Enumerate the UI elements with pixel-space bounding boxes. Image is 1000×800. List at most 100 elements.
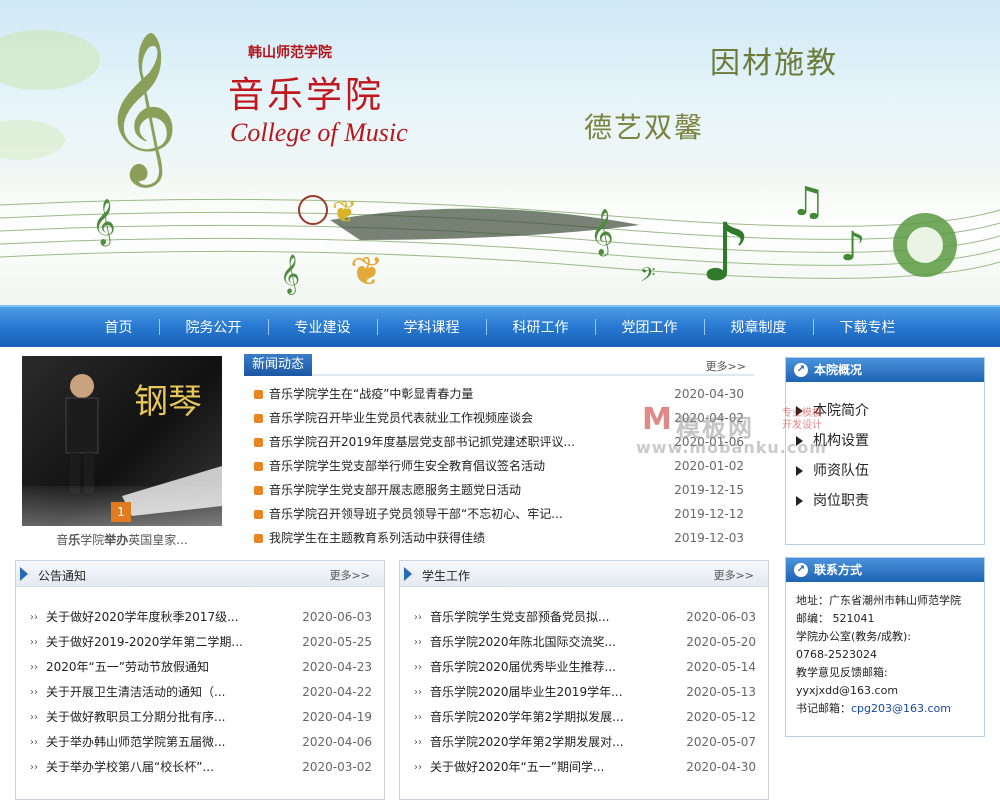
news-item-title[interactable]: 音乐学院学生在“战疫”中彰显青春力量 [269,382,674,406]
news-item-title[interactable]: 音乐学院召开2019年度基层党支部书记抓党建述职评议... [269,430,674,454]
overview-item-label[interactable]: 本院简介 [813,403,869,419]
contact-address: 地址：广东省潮州市韩山师范学院 [796,594,961,607]
list-item[interactable]: 音乐学院召开领导班子党员领导干部“不忘初心、牢记... 2019-12-12 [244,502,754,526]
news-item-title[interactable]: 音乐学院学生党支部举行师生安全教育倡议签名活动 [269,454,674,478]
overview-item-label[interactable]: 机构设置 [813,433,869,449]
list-item[interactable]: 音乐学院学生党支部举行师生安全教育倡议签名活动 2020-01-02 [244,454,754,478]
news-item-title[interactable]: 音乐学院召开毕业生党员代表就业工作视频座谈会 [269,406,674,430]
notice-header: 公告通知 更多>> [16,561,384,587]
student-item-title[interactable]: 音乐学院2020学年第2学期发展对... [430,730,686,755]
butterfly-icon: ❦ [332,195,357,230]
list-item[interactable]: ›› 关于做好2019-2020学年第二学期... 2020-05-25 [16,630,384,655]
student-item-title[interactable]: 音乐学院2020学年第2学期拟发展... [430,705,686,730]
student-section: 学生工作 更多>> ›› 音乐学院学生党支部预备党员拟... 2020-06-03 … [399,560,769,800]
nav-item-affairs[interactable]: 院务公开 [160,317,268,337]
student-item-title[interactable]: 音乐学院2020届毕业生2019学年... [430,680,686,705]
student-item-title[interactable]: 音乐学院2020届优秀毕业生推荐... [430,655,686,680]
news-item-date: 2020-01-06 [674,435,744,449]
news-item-date: 2019-12-03 [674,531,744,545]
double-chevron-icon: ›› [30,662,38,673]
double-chevron-icon: ›› [30,687,38,698]
notice-title: 公告通知 [38,569,87,583]
contact-feedback-email[interactable]: yyxjxdd@163.com [796,682,974,700]
list-item[interactable]: ›› 音乐学院学生党支部预备党员拟... 2020-06-03 [400,605,768,630]
slide-index-badge[interactable]: 1 [111,502,131,522]
student-item-title[interactable]: 关于做好2020年“五一”期间学... [430,755,686,780]
notice-item-title[interactable]: 关于做好教职员工分期分批有序... [46,705,302,730]
overview-item-structure[interactable]: 机构设置 [796,426,984,456]
nav-item-downloads[interactable]: 下载专栏 [814,317,922,337]
notice-more-link[interactable]: 更多>> [330,567,370,583]
school-name: 韩山师范学院 [248,45,332,61]
notice-item-title[interactable]: 关于举办韩山师范学院第五届微... [46,730,302,755]
pianist-body [65,397,99,454]
student-header: 学生工作 更多>> [400,561,768,587]
list-item[interactable]: 音乐学院召开2019年度基层党支部书记抓党建述职评议... 2020-01-06 [244,430,754,454]
double-chevron-icon: ›› [414,687,422,698]
notice-item-title[interactable]: 关于做好2019-2020学年第二学期... [46,630,302,655]
double-chevron-icon: ›› [30,612,38,623]
list-item[interactable]: 音乐学院学生党支部开展志愿服务主题党日活动 2019-12-15 [244,478,754,502]
notice-item-title[interactable]: 关于举办学校第八届“校长杯”... [46,755,302,780]
news-item-title[interactable]: 我院学生在主题教育系列活动中获得佳绩 [269,526,674,550]
triangle-right-icon [796,466,803,476]
list-item[interactable]: 音乐学院召开毕业生党员代表就业工作视频座谈会 2020-04-02 [244,406,754,430]
nav-item-courses[interactable]: 学科课程 [378,317,486,337]
list-item[interactable]: ›› 音乐学院2020届毕业生2019学年... 2020-05-13 [400,680,768,705]
list-item[interactable]: ›› 关于举办韩山师范学院第五届微... 2020-04-06 [16,730,384,755]
contact-office: 学院办公室(教务/成教): [796,630,911,643]
list-item[interactable]: ›› 音乐学院2020学年第2学期拟发展... 2020-05-12 [400,705,768,730]
list-item[interactable]: ›› 关于做好2020学年度秋季2017级... 2020-06-03 [16,605,384,630]
photo-caption[interactable]: 音乐学院举办英国皇家... [22,531,222,548]
news-item-title[interactable]: 音乐学院召开领导班子党员领导干部“不忘初心、牢记... [269,502,674,526]
news-photo[interactable]: 钢琴 1 [22,356,222,526]
list-item[interactable]: ›› 音乐学院2020届优秀毕业生推荐... 2020-05-14 [400,655,768,680]
student-item-date: 2020-04-30 [686,760,756,774]
list-item[interactable]: ›› 关于举办学校第八届“校长杯”... 2020-03-02 [16,755,384,780]
nav-item-home[interactable]: 首页 [79,317,159,337]
student-item-title[interactable]: 音乐学院学生党支部预备党员拟... [430,605,686,630]
triangle-right-icon [796,496,803,506]
list-item[interactable]: ›› 音乐学院2020学年第2学期发展对... 2020-05-07 [400,730,768,755]
contact-secretary-label: 书记邮箱： [796,702,851,715]
student-item-title[interactable]: 音乐学院2020年陈北国际交流奖... [430,630,686,655]
student-item-date: 2020-05-20 [686,635,756,649]
bullet-icon [254,389,263,399]
overview-item-duties[interactable]: 岗位职责 [796,486,984,516]
news-item-title[interactable]: 音乐学院学生党支部开展志愿服务主题党日活动 [269,478,674,502]
nav-item-rules[interactable]: 规章制度 [705,317,813,337]
list-item[interactable]: ›› 关于做好教职员工分期分批有序... 2020-04-19 [16,705,384,730]
music-note-icon: 𝄞 [590,209,614,257]
treble-clef-icon: 𝄞 [102,29,179,188]
nav-item-party[interactable]: 党团工作 [596,317,704,337]
list-item[interactable]: 我院学生在主题教育系列活动中获得佳绩 2019-12-03 [244,526,754,550]
news-item-date: 2020-04-30 [674,387,744,401]
student-more-link[interactable]: 更多>> [714,567,754,583]
caption-part: 乐 [68,533,81,547]
list-item[interactable]: ›› 音乐学院2020年陈北国际交流奖... 2020-05-20 [400,630,768,655]
nav-item-research[interactable]: 科研工作 [487,317,595,337]
list-item[interactable]: 音乐学院学生在“战疫”中彰显青春力量 2020-04-30 [244,382,754,406]
list-item[interactable]: ›› 关于做好2020年“五一”期间学... 2020-04-30 [400,755,768,780]
overview-item-label[interactable]: 师资队伍 [813,463,869,479]
double-chevron-icon: ›› [30,737,38,748]
news-more-link[interactable]: 更多>> [706,358,746,374]
main-nav: 首页 院务公开 专业建设 学科课程 科研工作 党团工作 规章制度 下载专栏 [0,305,1000,347]
overview-item-faculty[interactable]: 师资队伍 [796,456,984,486]
list-item[interactable]: ›› 2020年“五一”劳动节放假通知 2020-04-23 [16,655,384,680]
notice-item-title[interactable]: 关于做好2020学年度秋季2017级... [46,605,302,630]
list-item[interactable]: ›› 关于开展卫生清洁活动的通知（... 2020-04-22 [16,680,384,705]
notice-item-title[interactable]: 关于开展卫生清洁活动的通知（... [46,680,302,705]
notice-item-date: 2020-04-23 [302,660,372,674]
overview-item-intro[interactable]: 本院简介 [796,396,984,426]
overview-header: ↗ 本院概况 [786,358,984,382]
nav-item-majors[interactable]: 专业建设 [269,317,377,337]
overview-item-label[interactable]: 岗位职责 [813,493,869,509]
header-decoration: 𝄞 𝄞 𝄞 𝄞 ♪ ♫ ♪ 𝄢 ❦ ❦ [0,29,1000,299]
bullet-icon [254,461,263,471]
bullet-icon [254,533,263,543]
contact-secretary-email[interactable]: cpg203@163.com [851,702,951,715]
student-item-date: 2020-06-03 [686,610,756,624]
news-item-date: 2020-04-02 [674,411,744,425]
notice-item-title[interactable]: 2020年“五一”劳动节放假通知 [46,655,302,680]
